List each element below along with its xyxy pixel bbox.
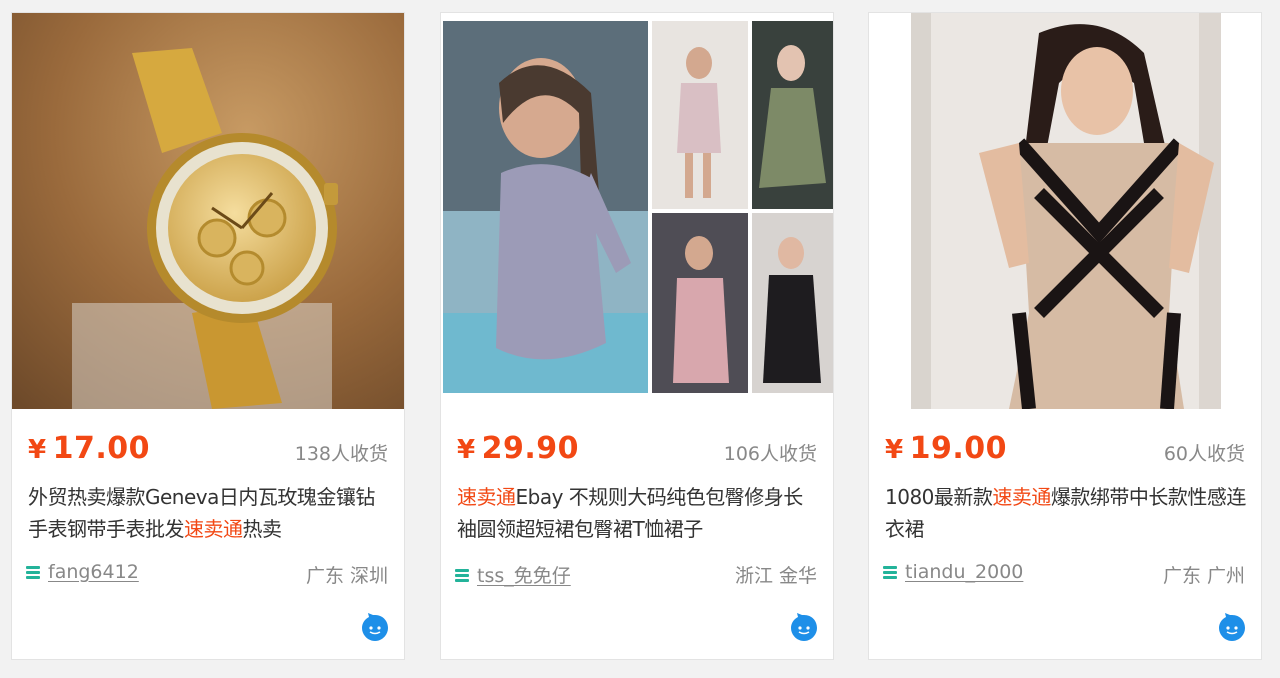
shop-name-link[interactable]: tss_免免仔	[477, 561, 571, 588]
aliexpress-highlight: 速卖通	[457, 485, 516, 509]
shop-location: 浙江 金华	[734, 565, 817, 587]
wangwang-icon	[455, 567, 469, 583]
shop-info: tiandu_2000	[883, 561, 1023, 583]
chat-bubble-icon[interactable]	[360, 613, 390, 643]
shop-location: 广东 深圳	[305, 565, 388, 587]
product-card[interactable]: ¥17.00 138人收货 外贸热卖爆款Geneva日内瓦玫瑰金镶钻手表钢带手表…	[11, 12, 405, 660]
aliexpress-highlight: 速卖通	[992, 485, 1051, 509]
product-grid: ¥17.00 138人收货 外贸热卖爆款Geneva日内瓦玫瑰金镶钻手表钢带手表…	[0, 0, 1280, 678]
product-title-link[interactable]: 速卖通Ebay 不规则大码纯色包臀修身长袖圆领超短裙包臀裙T恤裙子	[457, 481, 819, 545]
shop-name-link[interactable]: fang6412	[48, 561, 139, 583]
product-image-dress-collage[interactable]	[441, 13, 833, 409]
chat-bubble-icon[interactable]	[1217, 613, 1247, 643]
shop-name-link[interactable]: tiandu_2000	[905, 561, 1023, 583]
product-price: ¥17.00	[28, 431, 150, 466]
sold-count: 106人收货	[723, 443, 817, 465]
wangwang-icon	[883, 564, 897, 580]
product-title-link[interactable]: 外贸热卖爆款Geneva日内瓦玫瑰金镶钻手表钢带手表批发速卖通热卖	[28, 481, 390, 545]
product-price: ¥19.00	[885, 431, 1007, 466]
chat-bubble-icon[interactable]	[789, 613, 819, 643]
product-image-bandage-dress[interactable]	[869, 13, 1261, 409]
shop-info: fang6412	[26, 561, 139, 583]
product-image-watch[interactable]	[12, 13, 404, 409]
product-price: ¥29.90	[457, 431, 579, 466]
shop-location: 广东 广州	[1162, 565, 1245, 587]
wangwang-icon	[26, 564, 40, 580]
sold-count: 138人收货	[294, 443, 388, 465]
product-card[interactable]: ¥29.90 106人收货 速卖通Ebay 不规则大码纯色包臀修身长袖圆领超短裙…	[440, 12, 834, 660]
product-title-link[interactable]: 1080最新款速卖通爆款绑带中长款性感连衣裙	[885, 481, 1247, 545]
product-card[interactable]: ¥19.00 60人收货 1080最新款速卖通爆款绑带中长款性感连衣裙 tian…	[868, 12, 1262, 660]
sold-count: 60人收货	[1163, 443, 1245, 465]
shop-info: tss_免免仔	[455, 561, 571, 588]
aliexpress-highlight: 速卖通	[184, 517, 243, 541]
